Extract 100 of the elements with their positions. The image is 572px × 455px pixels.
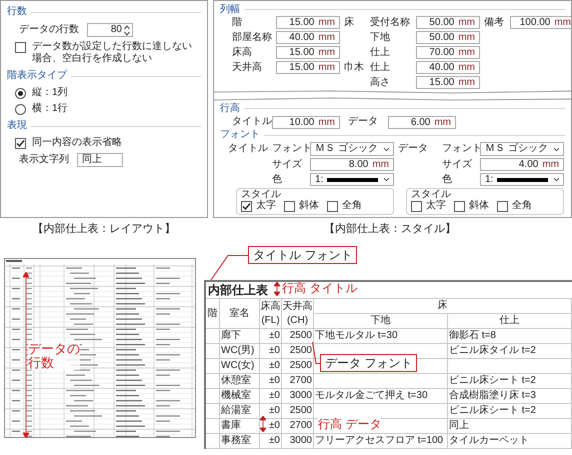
measure-field[interactable]: 15.00 mm	[276, 16, 340, 30]
measure-field[interactable]: 8.00 mm	[310, 158, 394, 171]
checkbox-label: 同一内容の表示省略	[32, 137, 122, 149]
field-label: データ	[348, 116, 379, 128]
column-header: 階	[206, 299, 220, 329]
checkbox[interactable]	[15, 138, 26, 148]
checkbox[interactable]	[411, 200, 422, 212]
table-cell: 合成樹脂塗り床 t=3	[448, 389, 572, 404]
field-label: 高さ	[370, 76, 391, 89]
checkbox-label: データ数が設定した行数に達しない場合、空白行を作成しない	[32, 41, 193, 65]
measure-field[interactable]: 100.00 mm	[510, 16, 571, 30]
table-cell: 3000	[282, 434, 314, 449]
table-title: 内部仕上表	[207, 283, 268, 297]
annotation-text: 行高 タイトル	[282, 281, 358, 296]
group-title: 列幅	[220, 4, 240, 16]
field-label: データ	[398, 143, 429, 155]
radio-button[interactable]	[15, 88, 26, 98]
measure-field[interactable]: 70.00 mm	[416, 46, 480, 60]
checkbox[interactable]	[284, 200, 295, 212]
measure-field[interactable]: 50.00 mm	[416, 31, 480, 44]
radio-button[interactable]	[15, 104, 26, 114]
row-count-spinner[interactable]: 80	[87, 23, 133, 37]
checkbox-label: 全角	[342, 200, 362, 212]
measure-field[interactable]: 50.00 mm	[416, 16, 480, 30]
measure-field[interactable]: 40.00 mm	[276, 31, 340, 44]
radio-label: 縦：1列	[32, 87, 68, 99]
table-cell: 御影石 t=8	[448, 329, 572, 344]
measure-field[interactable]: 15.00 mm	[416, 76, 480, 90]
measure-field[interactable]: 15.00 mm	[276, 61, 340, 74]
table-cell: 書庫	[220, 419, 260, 434]
group-title: 表現	[7, 120, 27, 132]
table-cell: ビニル床シート t=2	[448, 374, 572, 389]
leader-line	[312, 342, 321, 364]
checkbox[interactable]	[497, 200, 508, 212]
font-dropdown[interactable]: ＭＳ ゴシック	[480, 142, 564, 156]
column-header: 天井高 (CH)	[282, 299, 314, 329]
annotation-text: 行高 データ	[318, 417, 382, 431]
table-cell: ±0	[260, 374, 282, 389]
measure-field[interactable]: 10.00 mm	[272, 116, 340, 128]
table-cell: WC(女)	[220, 359, 260, 374]
table-cell: モルタル金ごて押え t=30	[314, 389, 448, 404]
field-label: サイズ	[272, 158, 303, 170]
field-label: 下地	[370, 32, 391, 44]
checkbox[interactable]	[15, 42, 26, 53]
field-label: 色	[442, 174, 453, 186]
table-cell: 2700	[282, 419, 314, 434]
group-title: フォント	[220, 129, 260, 142]
callout-box: タイトル フォント	[248, 246, 358, 264]
group-title: スタイル	[241, 189, 281, 200]
color-dropdown[interactable]: 1:	[480, 173, 564, 186]
table-cell: ±0	[260, 434, 282, 449]
measure-field[interactable]: 6.00 mm	[388, 116, 456, 128]
table-cell: ±0	[260, 344, 282, 359]
chevron-down-icon	[552, 175, 561, 184]
table-cell: ビニル床タイル t=2	[448, 344, 572, 359]
annotation-text: データの行数	[28, 342, 80, 370]
checkbox[interactable]	[454, 200, 465, 212]
field-label: 床	[344, 16, 354, 29]
callout-box: データ フォント	[320, 354, 418, 372]
measure-field[interactable]: 40.00 mm	[416, 61, 480, 74]
checkbox-label: 全角	[512, 200, 532, 212]
table-cell: 廊下	[220, 329, 260, 344]
field-label: データの行数	[19, 24, 79, 36]
field-label: 巾木	[344, 62, 364, 74]
group-title: 階表示タイプ	[7, 70, 67, 82]
table-cell: 休憩室	[220, 374, 260, 389]
table-cell: 2500	[282, 404, 314, 419]
checkbox-label: 太字	[256, 200, 276, 212]
table-cell: 同上	[448, 419, 572, 434]
leader-line	[210, 255, 248, 281]
table-cell: ビニル床シート t=2	[448, 404, 572, 419]
checkbox-label: 太字	[426, 200, 446, 212]
column-header: 下地	[314, 314, 448, 329]
color-dropdown[interactable]: 1:	[310, 173, 394, 186]
font-dropdown[interactable]: ＭＳ ゴシック	[310, 142, 394, 156]
table-cell: タイルカーペット	[448, 434, 572, 449]
field-label: タイトル	[228, 143, 268, 155]
table-cell: ±0	[260, 389, 282, 404]
field-label: 仕上	[370, 46, 391, 59]
group-title: スタイル	[411, 189, 451, 200]
table-cell: 下地モルタル t=30	[314, 329, 448, 344]
measure-field[interactable]: 4.00 mm	[480, 158, 564, 171]
table-cell: 3000	[282, 389, 314, 404]
table-cell: 2500	[282, 359, 314, 374]
field-label: 色	[272, 174, 283, 186]
field-label: 天井高	[232, 62, 263, 74]
checkbox[interactable]	[241, 200, 252, 212]
spinner-icon[interactable]	[124, 24, 130, 36]
checkbox[interactable]	[327, 200, 338, 212]
table-cell: WC(男)	[220, 344, 260, 359]
column-header: 床	[314, 299, 572, 314]
table-cell: ±0	[260, 329, 282, 344]
color-swatch	[327, 178, 378, 182]
group-title: 行数	[7, 6, 27, 18]
measure-field[interactable]: 15.00 mm	[276, 46, 340, 60]
display-string-field[interactable]: 同上	[77, 153, 123, 167]
field-label: 部屋名称	[232, 32, 272, 44]
field-label: 表示文字列	[19, 154, 69, 166]
group-title: 行高	[220, 102, 240, 115]
checkbox-label: 斜体	[469, 200, 489, 212]
